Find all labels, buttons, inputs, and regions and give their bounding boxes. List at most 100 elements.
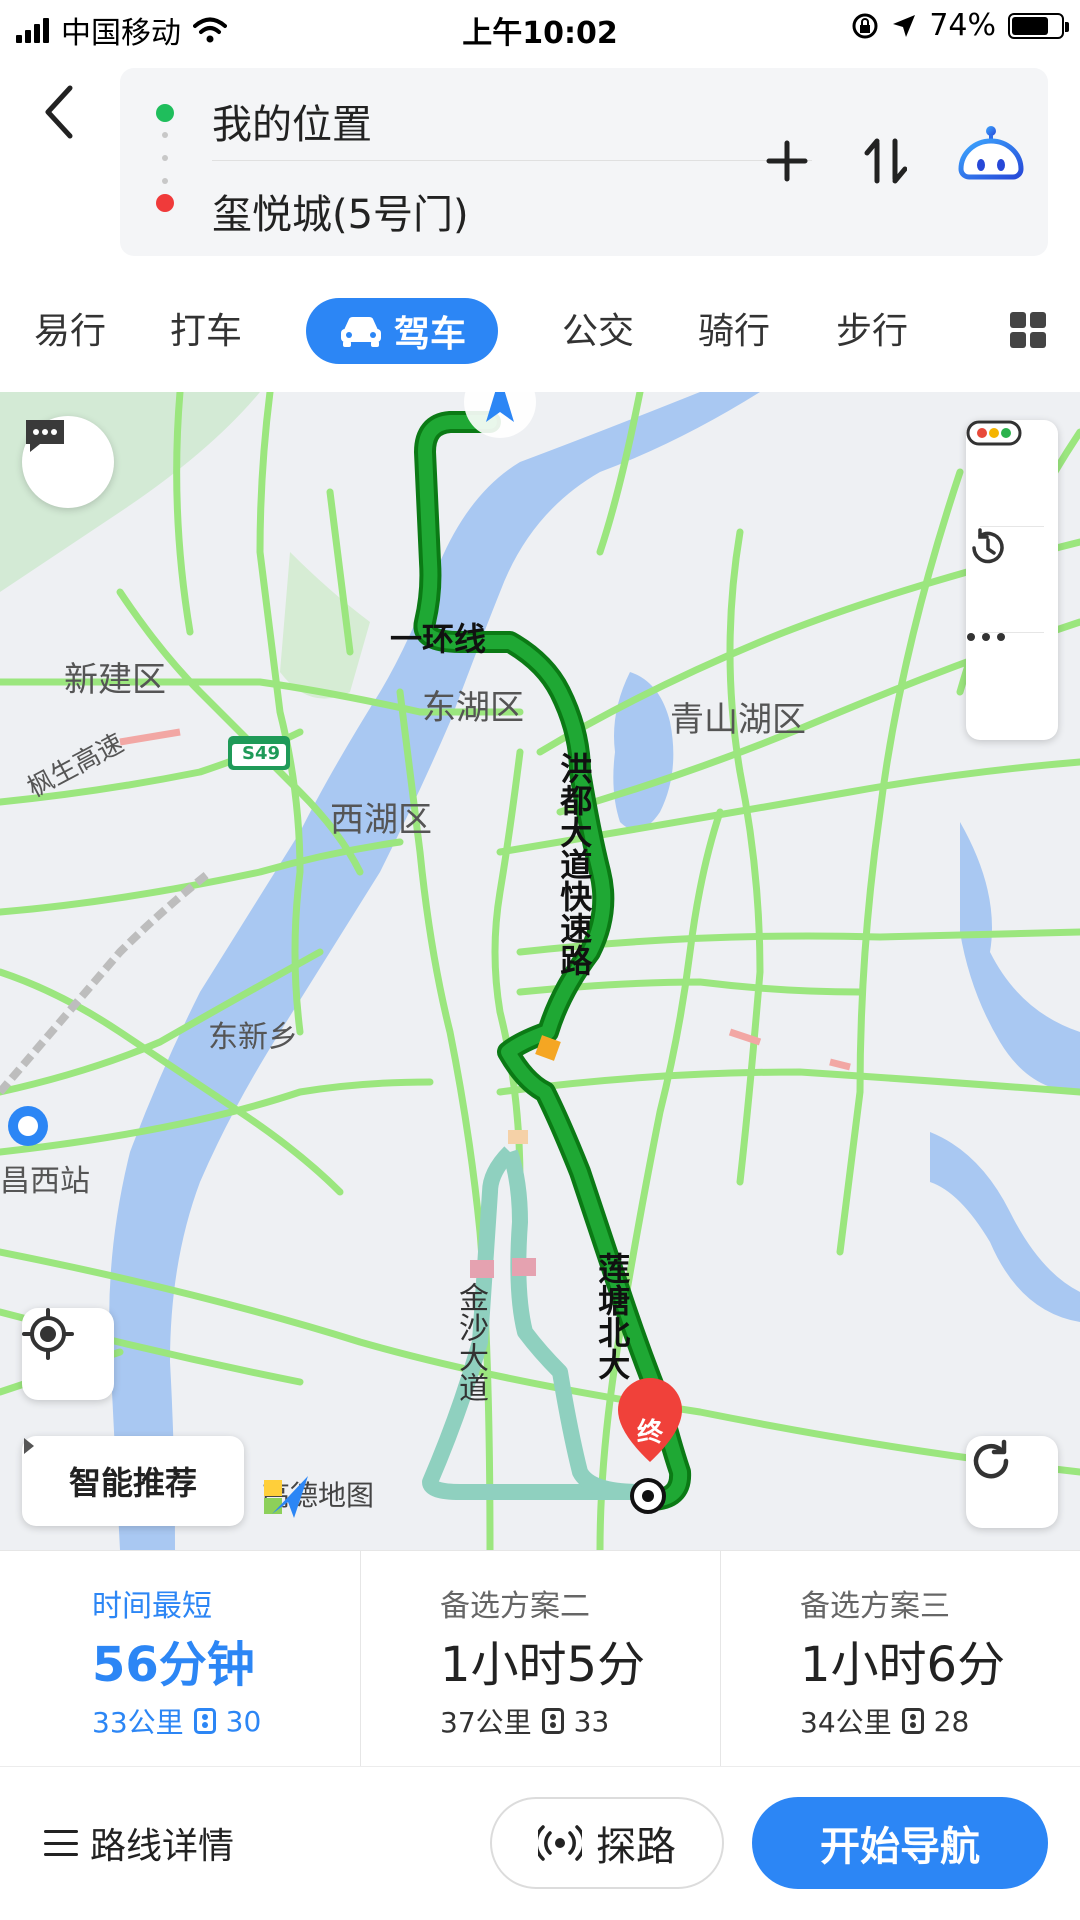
tab-easy-travel[interactable]: 易行 bbox=[34, 302, 106, 354]
tab-drive[interactable]: 驾车 bbox=[306, 298, 498, 364]
district-label-xinjian: 新建区 bbox=[64, 660, 166, 700]
chat-bubble-icon bbox=[26, 420, 64, 452]
road-label-hongdu: 洪都大道快速路 bbox=[555, 752, 594, 976]
battery-level bbox=[1012, 16, 1048, 35]
triangle-right-icon bbox=[24, 1438, 34, 1454]
mode-tabs: 易行 打车 驾车 公交 骑行 步行 bbox=[0, 290, 1080, 370]
end-dot bbox=[156, 194, 174, 212]
route-details-button[interactable]: 路线详情 bbox=[44, 1817, 234, 1869]
back-button[interactable] bbox=[40, 82, 80, 142]
route-option-time: 1小时6分 bbox=[800, 1637, 1006, 1693]
smart-recommend-button[interactable]: 智能推荐 bbox=[22, 1436, 244, 1526]
district-label-xihu: 西湖区 bbox=[330, 800, 432, 840]
tab-drive-label: 驾车 bbox=[393, 314, 466, 355]
crosshair-icon bbox=[22, 1308, 74, 1360]
explore-label: 探路 bbox=[596, 1824, 676, 1870]
add-waypoint-button[interactable] bbox=[752, 126, 822, 196]
traffic-toggle[interactable] bbox=[966, 420, 1058, 526]
traffic-light-icon bbox=[541, 1708, 564, 1734]
location-arrow-icon bbox=[893, 14, 916, 37]
amap-logo-icon bbox=[264, 1476, 308, 1518]
list-icon bbox=[44, 1830, 78, 1856]
route-option-title: 时间最短 bbox=[92, 1589, 212, 1624]
district-label-qingshanhu: 青山湖区 bbox=[670, 700, 806, 740]
start-dot bbox=[156, 104, 174, 122]
destination-input[interactable]: 玺悦城(5号门) bbox=[212, 182, 469, 240]
s49-label: S49 bbox=[241, 743, 280, 764]
route-connector bbox=[162, 132, 168, 184]
rotation-lock-icon bbox=[852, 13, 878, 38]
start-input[interactable]: 我的位置 bbox=[212, 92, 372, 150]
road-label-liantang: 莲塘北大 bbox=[593, 1252, 632, 1380]
more-modes-icon[interactable] bbox=[1010, 312, 1046, 348]
swap-icon bbox=[864, 138, 907, 184]
route-divider bbox=[212, 160, 812, 161]
route-distance: 33公里 bbox=[92, 1706, 184, 1739]
slow-mark bbox=[508, 1130, 528, 1144]
route-option-time: 56分钟 bbox=[92, 1637, 255, 1693]
message-button[interactable] bbox=[22, 416, 114, 508]
road-label-ring: 一环线 bbox=[390, 620, 487, 658]
route-option-time: 1小时5分 bbox=[440, 1637, 646, 1693]
station-marker bbox=[8, 1106, 48, 1146]
amap-logo: 高德地图 bbox=[262, 1474, 374, 1518]
map-view[interactable]: 新建区 东湖区 青山湖区 西湖区 东新乡 昌西站 枫生高速 S49 一环线 洪都… bbox=[0, 392, 1080, 1550]
status-bar: 中国移动 上午10:02 74% bbox=[0, 0, 1080, 52]
map-canvas bbox=[0, 392, 1080, 1550]
battery-percent: 74% bbox=[929, 8, 996, 43]
route-options: 时间最短 56分钟 33公里 30 备选方案二 1小时5分 37公里 33 备选… bbox=[0, 1550, 1080, 1767]
route-distance: 34公里 bbox=[800, 1706, 892, 1739]
clock-history-icon bbox=[972, 528, 1004, 564]
tab-transit[interactable]: 公交 bbox=[562, 302, 634, 354]
route-option-3[interactable]: 备选方案三 1小时6分 34公里 28 bbox=[720, 1551, 1080, 1767]
more-dots-icon bbox=[967, 633, 1005, 641]
battery-icon bbox=[1008, 12, 1069, 39]
district-label-donghu: 东湖区 bbox=[422, 688, 524, 728]
history-button[interactable] bbox=[966, 526, 1058, 632]
route-option-title: 备选方案三 bbox=[800, 1589, 950, 1624]
route-lights: 30 bbox=[225, 1704, 262, 1738]
town-label-dongxin: 东新乡 bbox=[208, 1020, 298, 1055]
traffic-light-icon bbox=[966, 420, 1022, 446]
end-marker-label: 终 bbox=[636, 1418, 663, 1448]
route-lights: 33 bbox=[573, 1704, 610, 1738]
broadcast-icon bbox=[538, 1825, 582, 1861]
swap-button[interactable] bbox=[850, 126, 920, 196]
tab-taxi[interactable]: 打车 bbox=[170, 302, 242, 354]
car-icon bbox=[340, 317, 381, 347]
refresh-icon bbox=[973, 1439, 1009, 1479]
traffic-light-icon bbox=[901, 1708, 924, 1734]
map-side-panel bbox=[966, 420, 1058, 740]
locate-button[interactable] bbox=[22, 1308, 114, 1400]
assistant-button[interactable] bbox=[948, 118, 1034, 204]
lake bbox=[960, 822, 1080, 1092]
start-navigation-button[interactable]: 开始导航 bbox=[752, 1797, 1048, 1889]
bottom-bar: 路线详情 探路 开始导航 bbox=[0, 1766, 1080, 1920]
route-input-card: 我的位置 玺悦城(5号门) bbox=[120, 68, 1048, 256]
route-details-label: 路线详情 bbox=[90, 1826, 235, 1867]
route-option-info: 37公里 33 bbox=[440, 1701, 609, 1741]
tab-walk[interactable]: 步行 bbox=[836, 302, 908, 354]
route-option-info: 34公里 28 bbox=[800, 1701, 969, 1741]
more-options-button[interactable] bbox=[966, 632, 1058, 738]
chevron-left-icon bbox=[45, 85, 73, 139]
status-right: 74% bbox=[851, 8, 1069, 43]
tab-bike[interactable]: 骑行 bbox=[698, 302, 770, 354]
traffic-light-icon bbox=[193, 1708, 216, 1734]
station-label: 昌西站 bbox=[0, 1164, 90, 1199]
route-option-1[interactable]: 时间最短 56分钟 33公里 30 bbox=[0, 1551, 360, 1767]
explore-button[interactable]: 探路 bbox=[490, 1797, 724, 1889]
refresh-button[interactable] bbox=[966, 1436, 1058, 1528]
road-label-jinsha: 金沙大道 bbox=[453, 1282, 488, 1402]
park-area bbox=[280, 552, 370, 699]
plus-icon bbox=[766, 140, 808, 182]
lake bbox=[930, 1132, 1080, 1322]
route-lights: 28 bbox=[933, 1704, 970, 1738]
smart-recommend-label: 智能推荐 bbox=[68, 1464, 197, 1502]
congestion-mark bbox=[470, 1260, 494, 1278]
route-distance: 37公里 bbox=[440, 1706, 532, 1739]
assistant-robot-icon bbox=[958, 126, 1024, 180]
route-option-2[interactable]: 备选方案二 1小时5分 37公里 33 bbox=[360, 1551, 720, 1767]
congestion-mark bbox=[512, 1258, 536, 1276]
route-option-title: 备选方案二 bbox=[440, 1589, 590, 1624]
